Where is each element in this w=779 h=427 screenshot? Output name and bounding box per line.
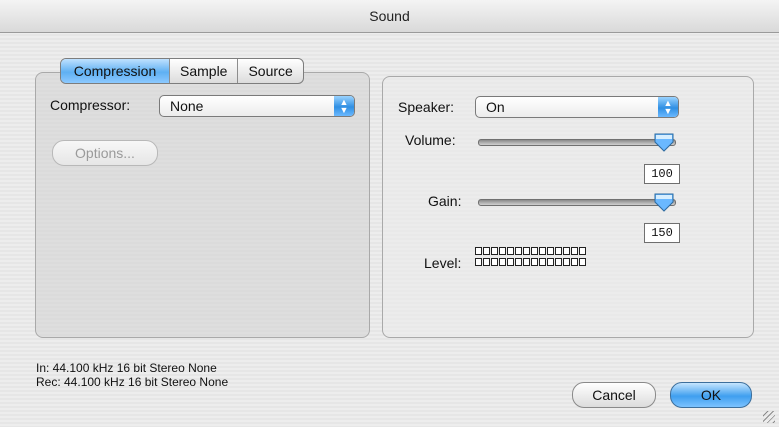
level-meter-cell — [555, 247, 562, 255]
level-meter-cell — [507, 258, 514, 266]
gain-value: 150 — [644, 223, 680, 243]
level-meter-cell — [507, 247, 514, 255]
level-meter-cell — [563, 258, 570, 266]
speaker-value: On — [486, 99, 505, 115]
popup-arrows-icon: ▲ ▼ — [658, 97, 678, 117]
speaker-popup[interactable]: On ▲ ▼ — [475, 96, 679, 118]
level-meter-cell — [499, 247, 506, 255]
input-format-status: In: 44.100 kHz 16 bit Stereo None — [36, 361, 217, 375]
tab-bar: Compression Sample Source — [60, 58, 304, 84]
gain-label: Gain: — [428, 193, 462, 209]
level-meter-cell — [483, 247, 490, 255]
level-meter-cell — [499, 258, 506, 266]
resize-grip-icon[interactable] — [763, 411, 775, 423]
level-meter-row — [475, 258, 587, 268]
level-meter-cell — [539, 247, 546, 255]
level-meter-cell — [531, 258, 538, 266]
level-meter-cell — [515, 258, 522, 266]
level-meter-cell — [571, 258, 578, 266]
level-meter-cell — [515, 247, 522, 255]
level-meter-row — [475, 247, 587, 257]
level-meter-cell — [491, 247, 498, 255]
compressor-popup[interactable]: None ▲ ▼ — [159, 95, 355, 117]
level-meter-cell — [475, 258, 482, 266]
level-meter-cell — [563, 247, 570, 255]
level-meter-cell — [579, 258, 586, 266]
ok-button[interactable]: OK — [670, 382, 752, 408]
volume-label: Volume: — [405, 132, 456, 148]
level-meter-cell — [547, 258, 554, 266]
level-meter-cell — [491, 258, 498, 266]
tab-sample[interactable]: Sample — [169, 59, 237, 83]
level-meter-cell — [523, 247, 530, 255]
level-meter — [475, 247, 587, 269]
compressor-value: None — [170, 98, 204, 114]
level-meter-cell — [579, 247, 586, 255]
window-title: Sound — [0, 0, 779, 33]
compressor-label: Compressor: — [50, 97, 131, 113]
record-format-status: Rec: 44.100 kHz 16 bit Stereo None — [36, 375, 229, 389]
options-button[interactable]: Options... — [52, 140, 158, 166]
gain-slider-thumb[interactable] — [653, 192, 675, 212]
tab-source[interactable]: Source — [237, 59, 302, 83]
level-meter-cell — [483, 258, 490, 266]
popup-arrows-icon: ▲ ▼ — [334, 96, 354, 116]
sound-dialog: Sound Compression Sample Source Compress… — [0, 0, 779, 427]
level-label: Level: — [424, 255, 462, 271]
level-meter-cell — [523, 258, 530, 266]
level-meter-cell — [571, 247, 578, 255]
level-meter-cell — [475, 247, 482, 255]
volume-slider-thumb[interactable] — [653, 132, 675, 152]
volume-value: 100 — [644, 164, 680, 184]
cancel-button[interactable]: Cancel — [572, 382, 656, 408]
tab-compression[interactable]: Compression — [61, 59, 169, 83]
gain-slider[interactable] — [478, 199, 676, 206]
level-meter-cell — [531, 247, 538, 255]
level-meter-cell — [539, 258, 546, 266]
speaker-label: Speaker: — [398, 99, 455, 115]
volume-slider[interactable] — [478, 139, 676, 146]
level-meter-cell — [547, 247, 554, 255]
level-meter-cell — [555, 258, 562, 266]
